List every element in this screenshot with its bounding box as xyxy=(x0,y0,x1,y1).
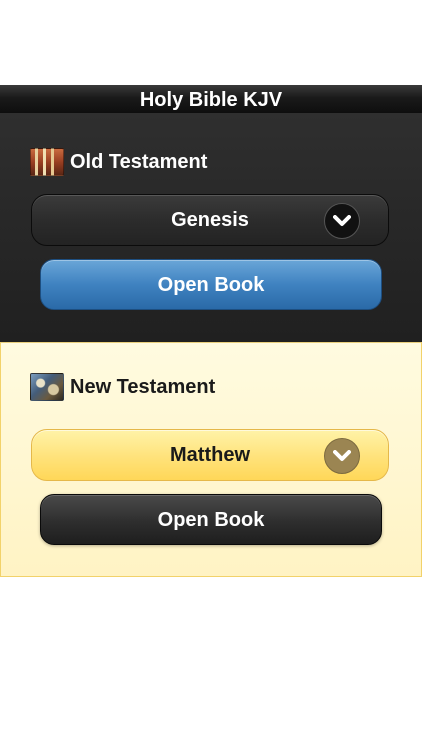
old-testament-header: Old Testament xyxy=(30,148,207,176)
new-testament-open-book-button[interactable]: Open Book xyxy=(40,494,382,545)
chevron-down-icon[interactable] xyxy=(324,203,360,239)
new-testament-selected-book: Matthew xyxy=(170,444,250,466)
app-title: Holy Bible KJV xyxy=(139,89,283,111)
new-testament-thumbnail-icon xyxy=(30,373,64,401)
old-testament-thumbnail-icon xyxy=(30,148,64,176)
old-testament-label: Old Testament xyxy=(70,150,208,173)
new-testament-label: New Testament xyxy=(70,375,216,398)
new-testament-header: New Testament xyxy=(30,373,215,401)
old-testament-open-book-button[interactable]: Open Book xyxy=(40,259,382,310)
new-testament-book-select[interactable]: Matthew xyxy=(31,429,389,481)
old-testament-open-book-label: Open Book xyxy=(157,274,265,296)
title-bar: Holy Bible KJV xyxy=(0,85,422,114)
new-testament-open-book-label: Open Book xyxy=(157,509,265,531)
old-testament-book-select[interactable]: Genesis xyxy=(31,194,389,246)
chevron-down-icon[interactable] xyxy=(324,438,360,474)
old-testament-selected-book: Genesis xyxy=(171,209,249,231)
